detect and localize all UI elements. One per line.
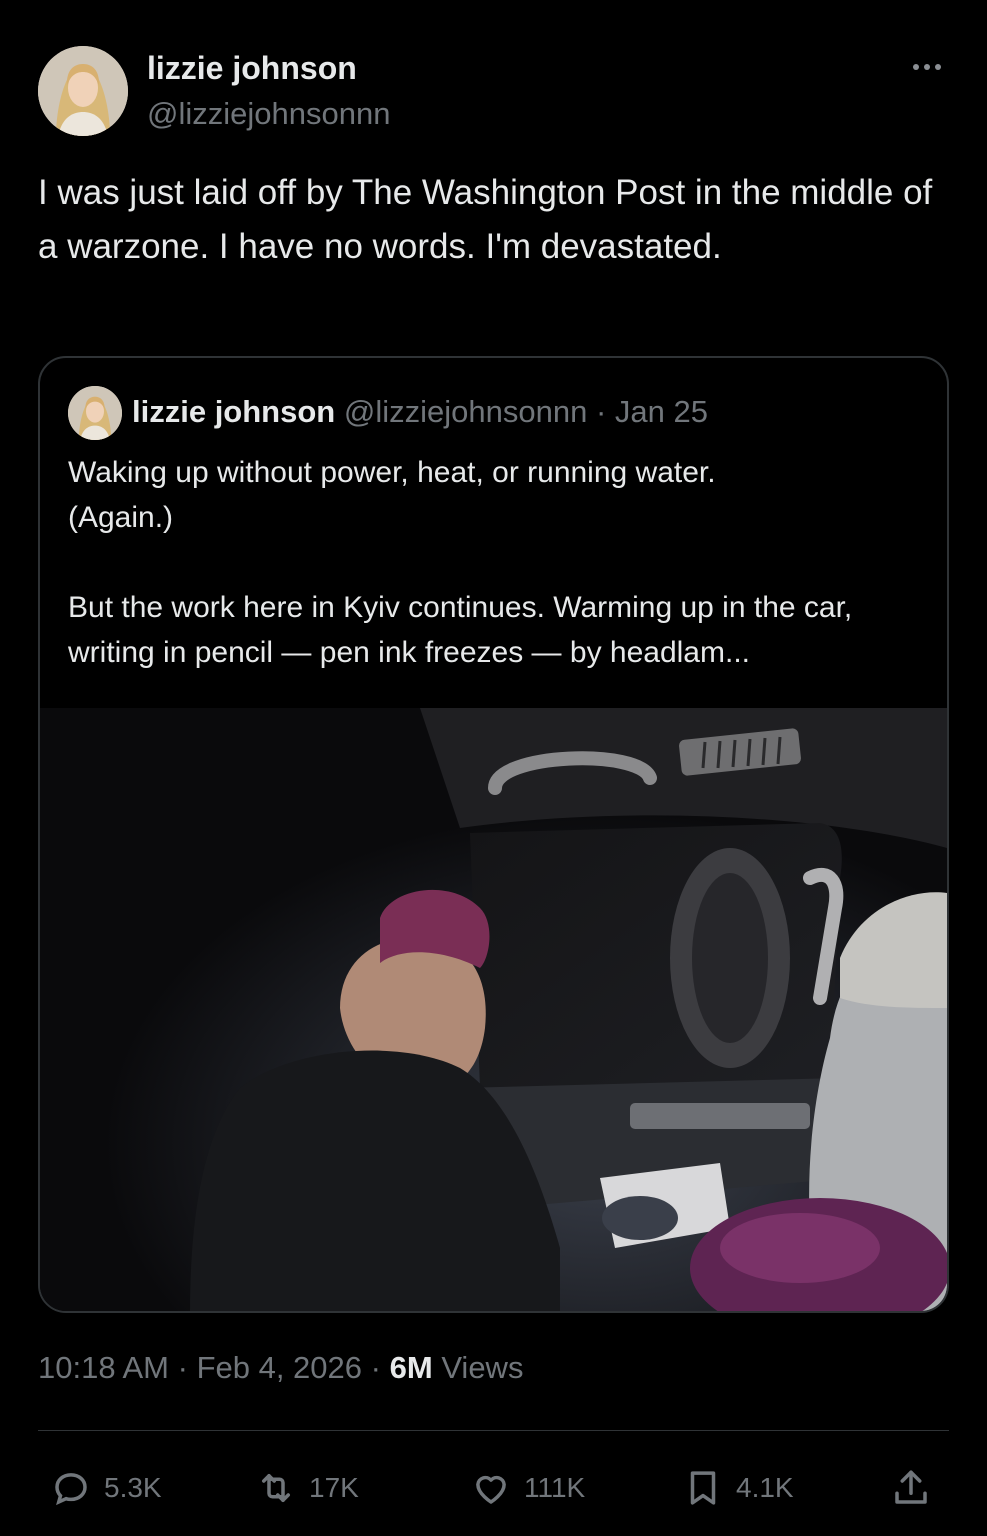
like-count: 111K (524, 1472, 586, 1503)
author-handle[interactable]: @lizziejohnsonnn (147, 96, 390, 132)
reply-icon (55, 1473, 87, 1506)
quoted-author-handle: @lizziejohnsonnn (343, 394, 588, 429)
quoted-separator: · (595, 394, 607, 429)
meta-separator: · (177, 1350, 188, 1385)
bookmark-count: 4.1K (736, 1472, 794, 1503)
quoted-tweet-text: Waking up without power, heat, or runnin… (68, 450, 928, 675)
action-bar: 5.3K 17K 111K 4.1K (0, 1462, 987, 1514)
repost-icon (262, 1474, 290, 1502)
share-icon (895, 1470, 927, 1504)
bookmark-icon (690, 1471, 716, 1505)
quoted-text-line: But the work here in Kyiv continues. War… (68, 591, 853, 669)
repost-button[interactable]: 17K (255, 1462, 359, 1514)
share-button[interactable] (890, 1462, 932, 1514)
tweet-time: 10:18 AM (38, 1350, 169, 1385)
divider (38, 1430, 949, 1431)
quoted-date: Jan 25 (614, 394, 708, 429)
tweet-detail: lizzie johnson @lizziejohnsonnn I was ju… (0, 0, 987, 1536)
reply-button[interactable]: 5.3K (50, 1462, 162, 1514)
quoted-text-line: (Again.) (68, 501, 174, 534)
reply-count: 5.3K (104, 1472, 162, 1503)
quoted-tweet-header: lizzie johnson @lizziejohnsonnn · Jan 25 (132, 394, 708, 430)
views-label: Views (441, 1350, 524, 1385)
bookmark-button[interactable]: 4.1K (682, 1462, 794, 1514)
more-icon[interactable] (902, 52, 952, 82)
meta-separator: · (370, 1350, 381, 1385)
author-avatar[interactable] (38, 46, 128, 136)
tweet-date: Feb 4, 2026 (196, 1350, 363, 1385)
repost-count: 17K (309, 1472, 359, 1503)
views-count[interactable]: 6M (390, 1350, 433, 1385)
author-name[interactable]: lizzie johnson (147, 50, 357, 87)
quoted-author-name: lizzie johnson (132, 394, 336, 429)
quoted-tweet-photo[interactable] (40, 708, 947, 1311)
like-icon (476, 1475, 506, 1504)
like-button[interactable]: 111K (470, 1462, 585, 1514)
quoted-text-line: Waking up without power, heat, or runnin… (68, 456, 716, 489)
quoted-author-avatar (68, 386, 122, 440)
tweet-meta: 10:18 AM · Feb 4, 2026 · 6M Views (38, 1350, 523, 1386)
tweet-text: I was just laid off by The Washington Po… (38, 173, 933, 266)
quoted-tweet-card[interactable]: lizzie johnson @lizziejohnsonnn · Jan 25… (38, 356, 949, 1313)
